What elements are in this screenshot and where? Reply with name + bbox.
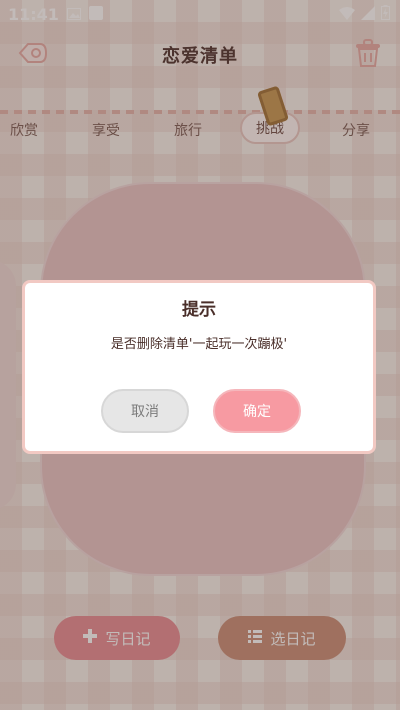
- confirm-button[interactable]: 确定: [213, 389, 301, 433]
- confirm-dialog: 提示 是否删除清单'一起玩一次蹦极' 取消 确定: [22, 280, 376, 454]
- cancel-button[interactable]: 取消: [101, 389, 189, 433]
- dialog-title: 提示: [182, 300, 216, 320]
- dialog-message: 是否删除清单'一起玩一次蹦极': [110, 337, 288, 352]
